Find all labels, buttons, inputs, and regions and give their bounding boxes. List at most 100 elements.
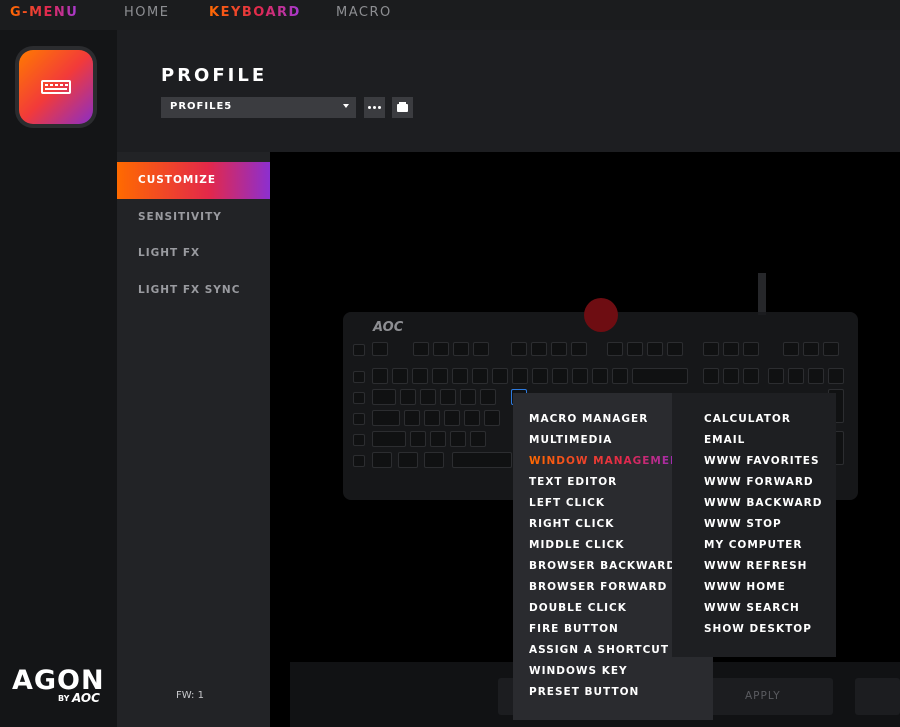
key-f3[interactable]	[453, 342, 469, 356]
sidebar-item-light-fx[interactable]: LIGHT FX	[117, 235, 270, 272]
key-f2[interactable]	[433, 342, 449, 356]
key-1[interactable]	[392, 368, 408, 384]
key-media-3[interactable]	[823, 342, 839, 356]
key-0[interactable]	[572, 368, 588, 384]
key-backspace[interactable]	[632, 368, 688, 384]
menu-item-macro-manager[interactable]: MACRO MANAGER	[529, 413, 648, 425]
key-space[interactable]	[452, 452, 512, 468]
extra-button[interactable]	[855, 678, 900, 715]
key-home[interactable]	[723, 368, 739, 384]
key-2[interactable]	[412, 368, 428, 384]
more-options-button[interactable]	[364, 97, 385, 118]
key-g[interactable]	[484, 410, 500, 426]
menu-item-multimedia[interactable]: MULTIMEDIA	[529, 434, 612, 446]
key-r[interactable]	[460, 389, 476, 405]
key-lwin[interactable]	[398, 452, 418, 468]
key-grave[interactable]	[372, 368, 388, 384]
key-v[interactable]	[470, 431, 486, 447]
key-f6[interactable]	[531, 342, 547, 356]
key-g1[interactable]	[353, 344, 365, 356]
submenu-item-www-search[interactable]: WWW SEARCH	[704, 602, 800, 614]
profile-folder-button[interactable]	[392, 97, 413, 118]
key-lalt[interactable]	[424, 452, 444, 468]
menu-item-preset-button[interactable]: PRESET BUTTON	[529, 686, 639, 698]
nav-keyboard[interactable]: KEYBOARD	[209, 5, 301, 20]
key-tab[interactable]	[372, 389, 396, 405]
key-f11[interactable]	[647, 342, 663, 356]
key-media-2[interactable]	[803, 342, 819, 356]
key-num-star[interactable]	[808, 368, 824, 384]
key-g2[interactable]	[353, 371, 365, 383]
sidebar-item-customize[interactable]: CUSTOMIZE	[117, 162, 270, 199]
key-s[interactable]	[424, 410, 440, 426]
key-x[interactable]	[430, 431, 446, 447]
key-f8[interactable]	[571, 342, 587, 356]
key-f5[interactable]	[511, 342, 527, 356]
key-g5[interactable]	[353, 434, 365, 446]
key-lshift[interactable]	[372, 431, 406, 447]
menu-item-window-management[interactable]: WINDOW MANAGEMENT	[529, 455, 688, 467]
key-8[interactable]	[532, 368, 548, 384]
key-a[interactable]	[404, 410, 420, 426]
key-q[interactable]	[400, 389, 416, 405]
key-esc[interactable]	[372, 342, 388, 356]
menu-item-text-editor[interactable]: TEXT EDITOR	[529, 476, 617, 488]
submenu-item-www-home[interactable]: WWW HOME	[704, 581, 786, 593]
key-g6[interactable]	[353, 455, 365, 467]
g-menu-brand[interactable]: G-MENU	[10, 5, 78, 20]
menu-item-browser-backward[interactable]: BROWSER BACKWARD	[529, 560, 676, 572]
key-f4[interactable]	[473, 342, 489, 356]
key-9[interactable]	[552, 368, 568, 384]
key-scrlk[interactable]	[723, 342, 739, 356]
key-prtsc[interactable]	[703, 342, 719, 356]
key-g4[interactable]	[353, 413, 365, 425]
key-media-1[interactable]	[783, 342, 799, 356]
key-e[interactable]	[440, 389, 456, 405]
key-4[interactable]	[452, 368, 468, 384]
submenu-item-show-desktop[interactable]: SHOW DESKTOP	[704, 623, 812, 635]
menu-item-left-click[interactable]: LEFT CLICK	[529, 497, 605, 509]
key-equals[interactable]	[612, 368, 628, 384]
submenu-item-www-favorites[interactable]: WWW FAVORITES	[704, 455, 820, 467]
submenu-item-email[interactable]: EMAIL	[704, 434, 745, 446]
menu-item-fire-button[interactable]: FIRE BUTTON	[529, 623, 619, 635]
key-d[interactable]	[444, 410, 460, 426]
key-t[interactable]	[480, 389, 496, 405]
key-w[interactable]	[420, 389, 436, 405]
key-pause[interactable]	[743, 342, 759, 356]
key-c[interactable]	[450, 431, 466, 447]
device-tile-keyboard[interactable]	[15, 46, 97, 128]
submenu-item-www-backward[interactable]: WWW BACKWARD	[704, 497, 822, 509]
submenu-item-my-computer[interactable]: MY COMPUTER	[704, 539, 802, 551]
key-insert[interactable]	[703, 368, 719, 384]
menu-item-right-click[interactable]: RIGHT CLICK	[529, 518, 614, 530]
key-minus[interactable]	[592, 368, 608, 384]
key-3[interactable]	[432, 368, 448, 384]
submenu-item-calculator[interactable]: CALCULATOR	[704, 413, 791, 425]
submenu-item-www-stop[interactable]: WWW STOP	[704, 518, 782, 530]
key-f10[interactable]	[627, 342, 643, 356]
key-num-minus[interactable]	[828, 368, 844, 384]
key-lctrl[interactable]	[372, 452, 392, 468]
submenu-item-www-forward[interactable]: WWW FORWARD	[704, 476, 814, 488]
key-f7[interactable]	[551, 342, 567, 356]
sidebar-item-sensitivity[interactable]: SENSITIVITY	[117, 199, 270, 236]
key-num-slash[interactable]	[788, 368, 804, 384]
key-g3[interactable]	[353, 392, 365, 404]
profile-select[interactable]: PROFILE5	[161, 97, 356, 118]
key-6[interactable]	[492, 368, 508, 384]
key-pgup[interactable]	[743, 368, 759, 384]
key-z[interactable]	[410, 431, 426, 447]
key-f12[interactable]	[667, 342, 683, 356]
nav-home[interactable]: HOME	[124, 5, 169, 20]
key-f[interactable]	[464, 410, 480, 426]
menu-item-windows-key[interactable]: WINDOWS KEY	[529, 665, 628, 677]
key-7[interactable]	[512, 368, 528, 384]
menu-item-browser-forward[interactable]: BROWSER FORWARD	[529, 581, 667, 593]
key-capslock[interactable]	[372, 410, 400, 426]
menu-item-middle-click[interactable]: MIDDLE CLICK	[529, 539, 624, 551]
submenu-item-www-refresh[interactable]: WWW REFRESH	[704, 560, 807, 572]
key-f1[interactable]	[413, 342, 429, 356]
key-f9[interactable]	[607, 342, 623, 356]
menu-item-double-click[interactable]: DOUBLE CLICK	[529, 602, 627, 614]
